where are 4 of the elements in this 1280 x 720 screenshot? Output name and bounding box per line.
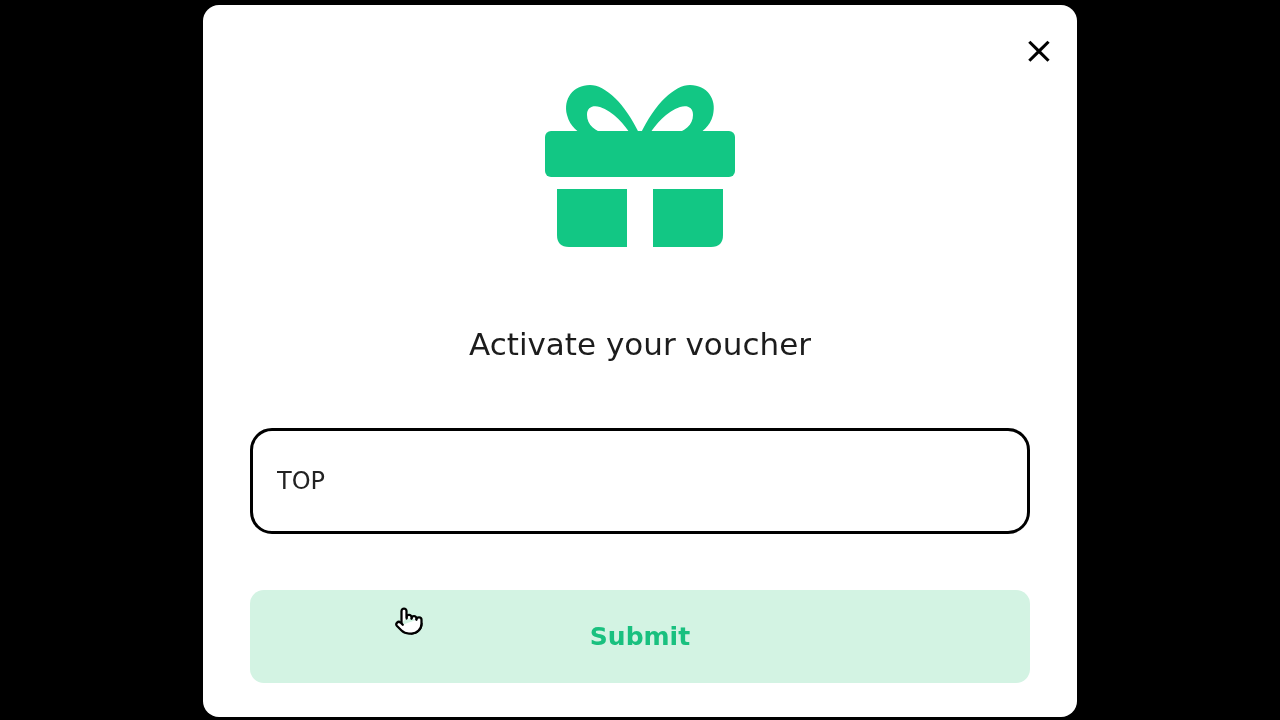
dialog-title: Activate your voucher xyxy=(469,325,811,364)
voucher-input-field[interactable]: TOP xyxy=(250,427,1030,534)
gift-icon xyxy=(545,83,735,249)
close-button[interactable]: × xyxy=(1023,31,1051,67)
